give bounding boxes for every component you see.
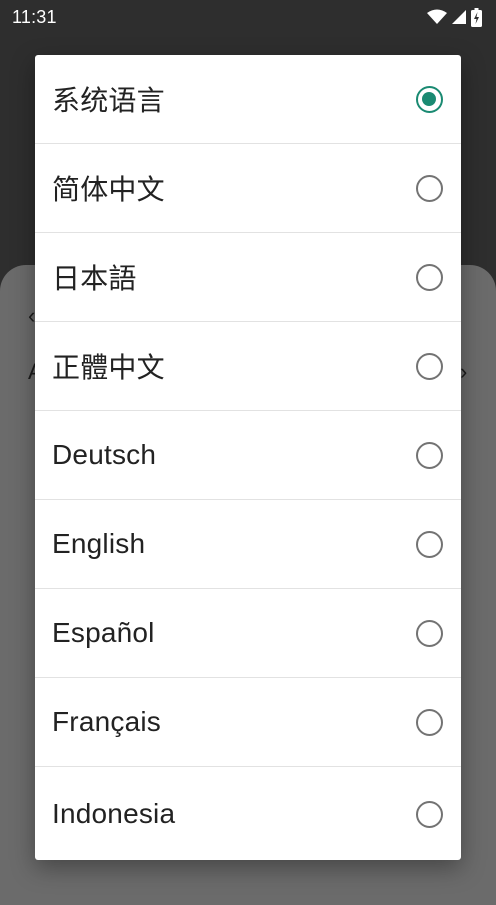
language-option-english[interactable]: English <box>35 500 461 589</box>
language-option-traditional-chinese[interactable]: 正體中文 <box>35 322 461 411</box>
chevron-right-icon: › <box>460 359 468 384</box>
language-option-label: English <box>52 528 146 559</box>
battery-charging-icon <box>471 7 482 27</box>
language-option-german[interactable]: Deutsch <box>35 411 461 500</box>
radio-button[interactable] <box>416 708 443 736</box>
language-option-label: 系统语言 <box>52 85 165 116</box>
status-icons <box>427 7 482 27</box>
status-bar: 11:31 <box>0 0 496 34</box>
radio-button[interactable] <box>416 263 443 291</box>
wifi-icon <box>427 9 447 24</box>
language-option-system[interactable]: 系统语言 <box>35 55 461 144</box>
radio-button[interactable] <box>416 530 443 558</box>
language-option-label: Deutsch <box>52 439 157 470</box>
status-time: 11:31 <box>12 7 57 27</box>
radio-button[interactable] <box>416 800 443 828</box>
radio-button-checked[interactable] <box>416 85 443 113</box>
language-option-spanish[interactable]: Español <box>35 589 461 678</box>
radio-button[interactable] <box>416 352 443 380</box>
language-option-label: 简体中文 <box>52 174 165 205</box>
language-option-label: Indonesia <box>52 798 176 829</box>
radio-button[interactable] <box>416 619 443 647</box>
language-option-french[interactable]: Français <box>35 678 461 767</box>
language-option-label: 正體中文 <box>52 352 165 383</box>
language-option-indonesian[interactable]: Indonesia <box>35 767 461 860</box>
language-option-label: 日本語 <box>52 263 137 294</box>
language-option-label: Français <box>52 706 161 737</box>
language-dialog: 系统语言 简体中文 日本語 正體中文 Deutsch English Españ… <box>35 55 461 860</box>
language-option-japanese[interactable]: 日本語 <box>35 233 461 322</box>
signal-icon <box>452 10 466 24</box>
radio-button[interactable] <box>416 441 443 469</box>
radio-button[interactable] <box>416 174 443 202</box>
language-option-label: Español <box>52 617 155 648</box>
language-option-simplified-chinese[interactable]: 简体中文 <box>35 144 461 233</box>
